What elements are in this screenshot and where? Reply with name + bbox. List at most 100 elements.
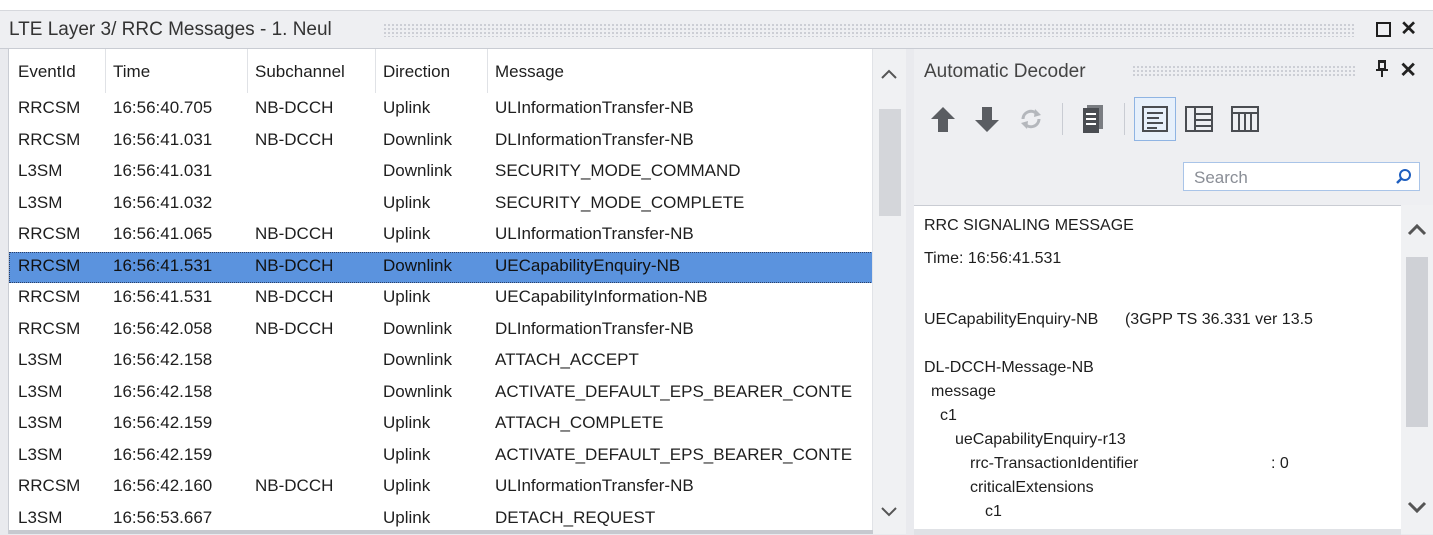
table-row[interactable]: L3SM 16:56:42.159 Uplink ATTACH_COMPLETE bbox=[9, 409, 873, 440]
decoded-message-type: UECapabilityEnquiry-NB (3GPP TS 36.331 v… bbox=[924, 311, 1313, 328]
table-row[interactable]: RRCSM 16:56:40.705 NB-DCCH Uplink ULInformat… bbox=[9, 94, 873, 125]
document-icon[interactable] bbox=[1072, 97, 1114, 141]
table-row[interactable]: L3SM 16:56:42.158 Downlink ATTACH_ACCEPT bbox=[9, 346, 873, 377]
pane-splitter[interactable] bbox=[906, 49, 914, 534]
cell-eventid: L3SM bbox=[18, 413, 63, 432]
cell-time: 16:56:40.705 bbox=[113, 98, 213, 117]
decoded-time: Time: 16:56:41.531 bbox=[924, 250, 1062, 267]
table-row[interactable]: RRCSM 16:56:41.065 NB-DCCH Uplink ULInformat… bbox=[9, 220, 873, 251]
decoder-titlebar-grip[interactable] bbox=[1132, 65, 1357, 77]
cell-eventid: RRCSM bbox=[18, 318, 81, 338]
decoded-tree-node: message bbox=[931, 383, 996, 400]
table-view-icon[interactable] bbox=[1178, 97, 1220, 141]
arrow-down-icon[interactable] bbox=[966, 97, 1008, 141]
cell-eventid: L3SM bbox=[18, 444, 63, 464]
column-header-subchannel[interactable]: Subchannel bbox=[255, 62, 345, 82]
decoded-tree-node: criticalExtensions bbox=[970, 479, 1094, 496]
toolbar-separator bbox=[1124, 103, 1125, 135]
cell-subchannel: NB-DCCH bbox=[255, 224, 334, 243]
table-row[interactable]: RRCSM 16:56:42.160 NB-DCCH Uplink ULInformat… bbox=[9, 472, 873, 503]
titlebar-grip[interactable] bbox=[383, 23, 1355, 37]
top-strip bbox=[0, 0, 1433, 11]
decoder-horizontal-scrollbar[interactable] bbox=[914, 529, 1401, 535]
chevron-up-icon[interactable] bbox=[881, 63, 897, 84]
cell-message: ACTIVATE_DEFAULT_EPS_BEARER_CONTE bbox=[495, 444, 853, 464]
table-row[interactable]: RRCSM 16:56:41.531 NB-DCCH Downlink UECapabi… bbox=[9, 251, 873, 283]
column-divider[interactable] bbox=[247, 49, 248, 93]
cell-subchannel: NB-DCCH bbox=[255, 129, 334, 149]
cell-eventid: L3SM bbox=[18, 192, 63, 212]
table-row[interactable]: RRCSM 16:56:41.531 NB-DCCH Uplink UECapabili… bbox=[9, 283, 873, 314]
table-row[interactable]: L3SM 16:56:42.159 Uplink ACTIVATE_DEFAULT_E… bbox=[9, 441, 873, 472]
cell-time: 16:56:41.031 bbox=[113, 161, 213, 180]
cell-eventid: RRCSM bbox=[18, 255, 81, 275]
search-input[interactable] bbox=[1184, 163, 1396, 192]
scrollbar-thumb[interactable] bbox=[879, 109, 901, 216]
close-icon[interactable]: ✕ bbox=[1400, 18, 1417, 40]
columns-view-icon[interactable] bbox=[1224, 97, 1266, 141]
cell-time: 16:56:41.032 bbox=[113, 192, 213, 212]
refresh-icon[interactable] bbox=[1010, 97, 1052, 141]
restore-icon[interactable] bbox=[1376, 22, 1391, 37]
decoder-titlebar[interactable]: Automatic Decoder ✕ bbox=[914, 49, 1433, 89]
cell-time: 16:56:42.159 bbox=[113, 444, 213, 464]
arrow-up-icon[interactable] bbox=[922, 97, 964, 141]
decoded-tree-node: ueCapabilityEnquiry-r13 bbox=[955, 431, 1126, 448]
cell-eventid: RRCSM bbox=[18, 287, 81, 306]
cell-time: 16:56:41.065 bbox=[113, 224, 213, 243]
search-icon[interactable] bbox=[1395, 168, 1413, 186]
table-row[interactable]: RRCSM 16:56:41.031 NB-DCCH Downlink DLInform… bbox=[9, 126, 873, 157]
column-divider[interactable] bbox=[487, 49, 488, 93]
decoder-title: Automatic Decoder bbox=[924, 61, 1094, 83]
close-icon[interactable]: ✕ bbox=[1399, 58, 1417, 83]
decoded-message-view[interactable]: RRC SIGNALING MESSAGE Time: 16:56:41.531… bbox=[914, 205, 1401, 535]
cell-direction: Uplink bbox=[383, 444, 431, 464]
table-row[interactable]: RRCSM 16:56:42.058 NB-DCCH Downlink DLInform… bbox=[9, 315, 873, 346]
pin-icon[interactable] bbox=[1375, 59, 1389, 83]
chevron-down-icon[interactable] bbox=[881, 501, 897, 522]
decoder-vertical-scrollbar[interactable] bbox=[1401, 205, 1433, 534]
cell-time: 16:56:42.160 bbox=[113, 476, 213, 495]
cell-time: 16:56:42.158 bbox=[113, 350, 213, 369]
grid-vertical-scrollbar[interactable] bbox=[872, 49, 907, 534]
column-header-time[interactable]: Time bbox=[113, 62, 150, 82]
cell-subchannel: NB-DCCH bbox=[255, 98, 334, 117]
scrollbar-thumb[interactable] bbox=[1406, 257, 1428, 427]
text-view-icon[interactable] bbox=[1134, 97, 1176, 141]
table-row[interactable]: L3SM 16:56:42.158 Downlink ACTIVATE_DEFAULT… bbox=[9, 378, 873, 409]
cell-eventid: RRCSM bbox=[18, 476, 81, 495]
cell-eventid: L3SM bbox=[18, 350, 63, 369]
cell-time: 16:56:42.159 bbox=[113, 413, 213, 432]
chevron-up-icon[interactable] bbox=[1407, 223, 1427, 241]
cell-eventid: L3SM bbox=[18, 161, 63, 180]
cell-message: SECURITY_MODE_COMPLETE bbox=[495, 192, 745, 212]
cell-direction: Downlink bbox=[383, 381, 452, 401]
cell-eventid: RRCSM bbox=[18, 224, 81, 243]
cell-eventid: L3SM bbox=[18, 507, 63, 527]
column-divider[interactable] bbox=[105, 49, 106, 93]
column-divider[interactable] bbox=[375, 49, 376, 93]
cell-direction: Downlink bbox=[383, 129, 452, 149]
decoder-panel: Automatic Decoder ✕ Search RRC SIGNALING… bbox=[914, 49, 1433, 535]
cell-message: DLInformationTransfer-NB bbox=[495, 318, 694, 338]
search-box[interactable] bbox=[1183, 162, 1420, 192]
cell-eventid: L3SM bbox=[18, 381, 63, 401]
cell-message: DLInformationTransfer-NB bbox=[495, 129, 694, 149]
cell-direction: Downlink bbox=[383, 318, 452, 338]
window-titlebar[interactable]: LTE Layer 3/ RRC Messages - 1. Neul ✕ bbox=[0, 11, 1433, 49]
decoder-toolbar bbox=[914, 89, 1433, 147]
cell-time: 16:56:53.667 bbox=[113, 507, 213, 527]
chevron-down-icon[interactable] bbox=[1407, 500, 1427, 518]
table-row[interactable]: L3SM 16:56:41.032 Uplink SECURITY_MODE_COMP… bbox=[9, 189, 873, 220]
cell-subchannel: NB-DCCH bbox=[255, 318, 334, 338]
cell-message: UECapabilityEnquiry-NB bbox=[495, 255, 681, 275]
cell-time: 16:56:41.031 bbox=[113, 129, 213, 149]
column-header-direction[interactable]: Direction bbox=[383, 62, 450, 82]
decoded-tree-node: DL-DCCH-Message-NB bbox=[924, 359, 1094, 376]
column-header-message[interactable]: Message bbox=[495, 62, 564, 82]
messages-grid: EventId Time Subchannel Direction Messag… bbox=[8, 49, 907, 534]
cell-message: ATTACH_COMPLETE bbox=[495, 413, 664, 432]
column-header-eventid[interactable]: EventId bbox=[18, 62, 76, 82]
table-row[interactable]: L3SM 16:56:41.031 Downlink SECURITY_MODE_CO… bbox=[9, 157, 873, 188]
grid-horizontal-scrollbar[interactable] bbox=[9, 530, 873, 534]
